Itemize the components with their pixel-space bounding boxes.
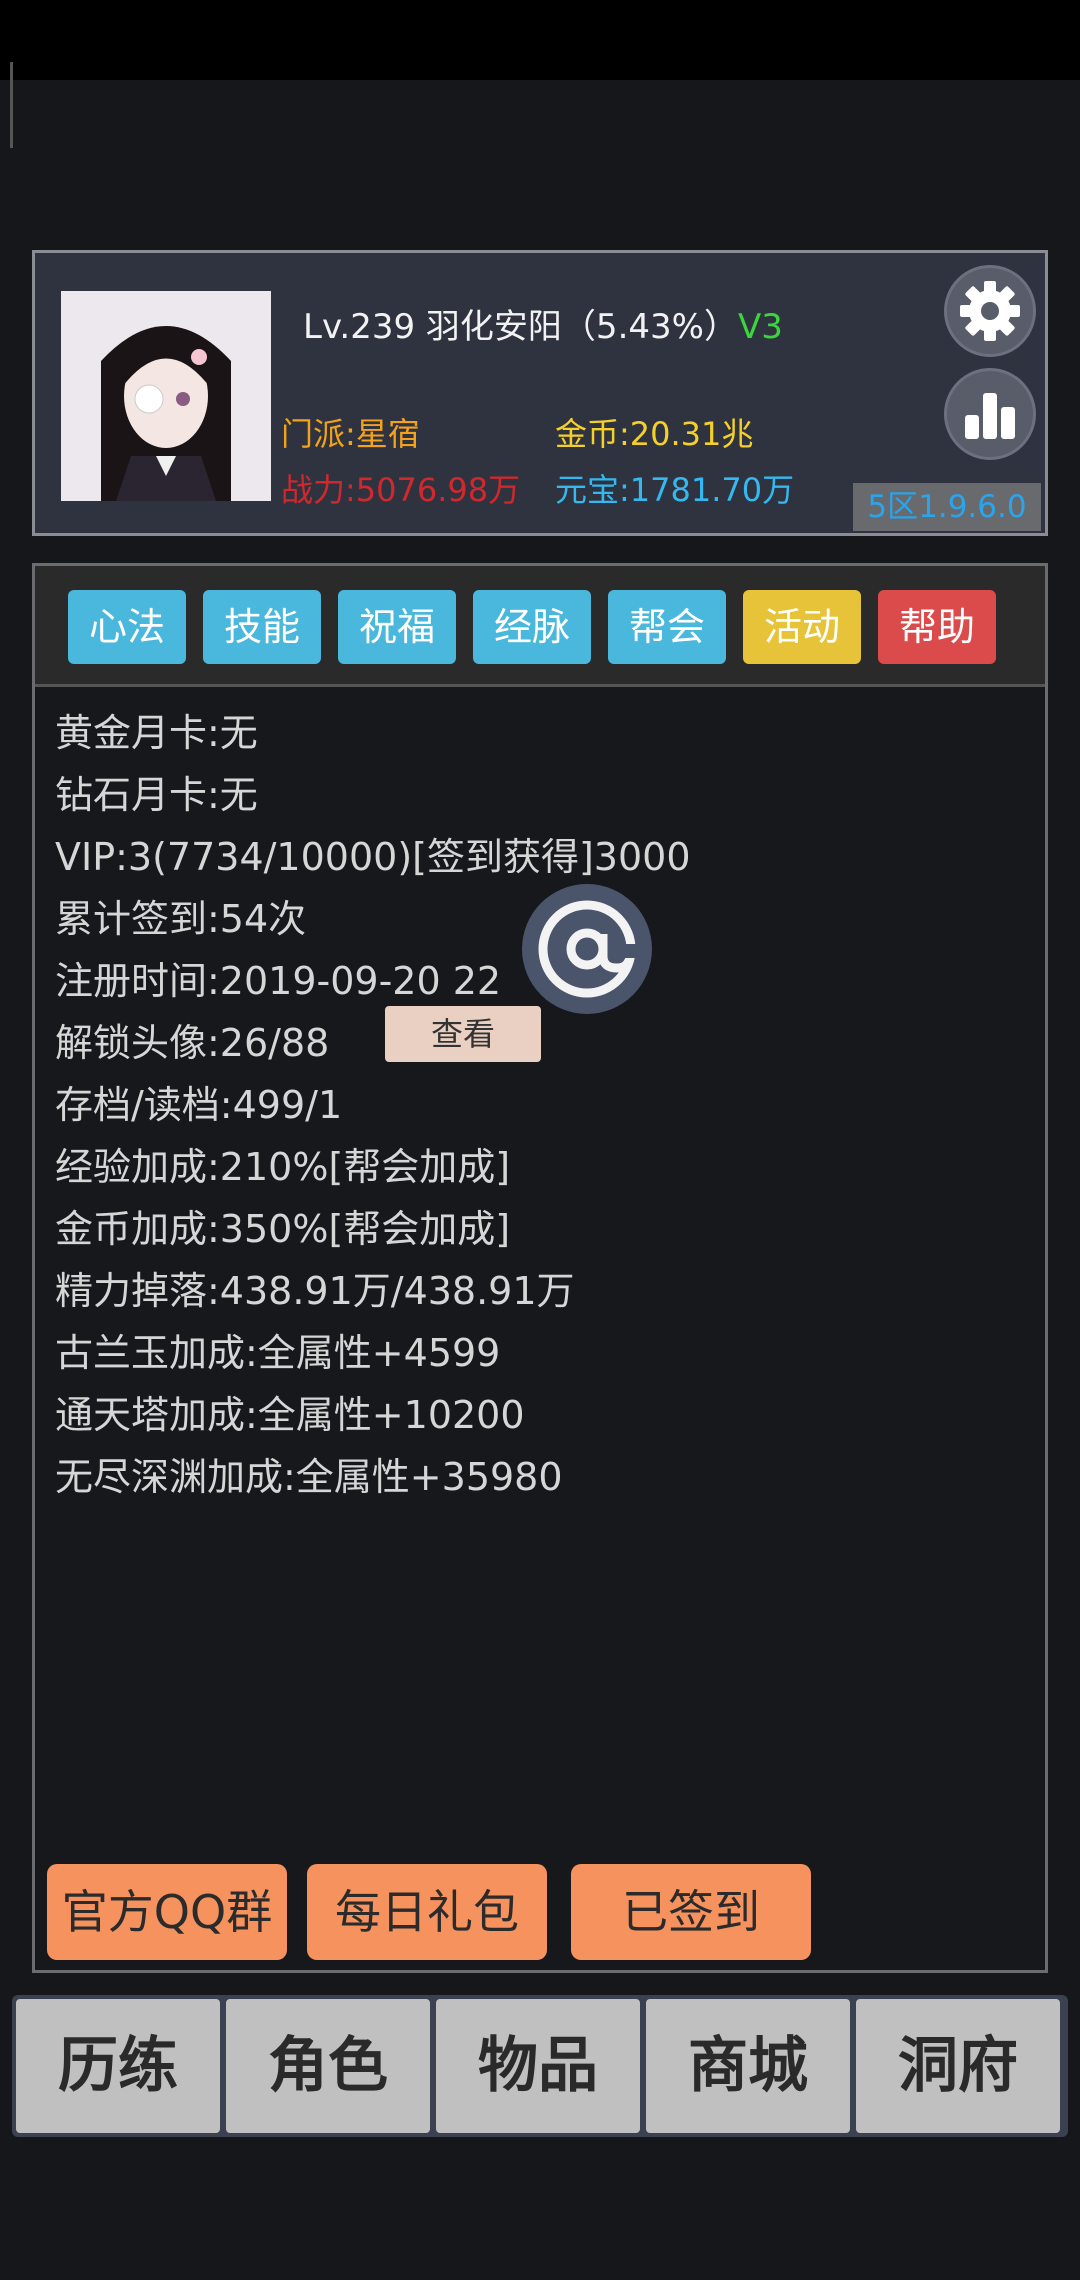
daily-gift-button[interactable]: 每日礼包 — [307, 1864, 547, 1960]
tab-blessing[interactable]: 祝福 — [338, 590, 456, 664]
nav-cave[interactable]: 洞府 — [856, 1999, 1060, 2133]
profile-panel: Lv.239 羽化安阳（5.43%）V3 门派:星宿 战力:5076.98万 金… — [32, 250, 1048, 536]
tab-events[interactable]: 活动 — [743, 590, 861, 664]
nav-character[interactable]: 角色 — [226, 1999, 430, 2133]
nav-training[interactable]: 历练 — [16, 1999, 220, 2133]
stats-button[interactable] — [944, 368, 1036, 460]
save-load-count: 存档/读档:499/1 — [55, 1083, 343, 1127]
avatar-image — [61, 291, 271, 501]
tower-bonus: 通天塔加成:全属性+10200 — [55, 1393, 525, 1437]
bottom-nav: 历练 角色 物品 商城 洞府 — [12, 1995, 1068, 2137]
power-label: 战力:5076.98万 — [281, 471, 521, 509]
avatar[interactable] — [61, 291, 271, 501]
official-qq-group-button[interactable]: 官方QQ群 — [47, 1864, 287, 1960]
checked-in-button[interactable]: 已签到 — [571, 1864, 811, 1960]
exp-bonus: 经验加成:210%[帮会加成] — [55, 1145, 511, 1189]
player-level-name: Lv.239 羽化安阳（5.43%）V3 — [303, 299, 783, 348]
tab-help[interactable]: 帮助 — [878, 590, 996, 664]
server-version: 5区1.9.6.0 — [853, 483, 1041, 531]
register-time: 注册时间:2019-09-20 22 — [55, 959, 502, 1003]
total-checkins: 累计签到:54次 — [55, 897, 307, 941]
diamond-monthly-card: 钻石月卡:无 — [55, 773, 258, 817]
at-icon — [538, 900, 642, 998]
tab-skills[interactable]: 技能 — [203, 590, 321, 664]
bar-chart-icon — [965, 393, 1015, 439]
ingot-label: 元宝:1781.70万 — [555, 471, 795, 509]
tab-meridians[interactable]: 经脉 — [473, 590, 591, 664]
floating-assist-button[interactable] — [522, 884, 652, 1014]
unlocked-avatars: 解锁头像:26/88 — [55, 1021, 330, 1065]
nav-items[interactable]: 物品 — [436, 1999, 640, 2133]
gold-bonus: 金币加成:350%[帮会加成] — [55, 1207, 511, 1251]
abyss-bonus: 无尽深渊加成:全属性+35980 — [55, 1455, 563, 1499]
tab-mind-method[interactable]: 心法 — [68, 590, 186, 664]
tab-bar: 心法 技能 祝福 经脉 帮会 活动 帮助 — [35, 566, 1045, 687]
status-bar — [0, 0, 1080, 80]
sect-label: 门派:星宿 — [281, 415, 420, 453]
gold-label: 金币:20.31兆 — [555, 415, 754, 453]
nav-shop[interactable]: 商城 — [646, 1999, 850, 2133]
settings-button[interactable] — [944, 265, 1036, 357]
level-name-text: Lv.239 羽化安阳（5.43%） — [303, 307, 738, 347]
edge-indicator — [10, 62, 13, 148]
gear-icon — [960, 281, 1020, 341]
main-panel: 心法 技能 祝福 经脉 帮会 活动 帮助 黄金月卡:无 钻石月卡:无 VIP:3… — [32, 563, 1048, 1973]
view-avatars-button[interactable]: 查看 — [385, 1006, 541, 1062]
energy-drop: 精力掉落:438.91万/438.91万 — [55, 1269, 575, 1313]
tab-guild[interactable]: 帮会 — [608, 590, 726, 664]
vip-badge: V3 — [737, 307, 783, 347]
vip-progress: VIP:3(7734/10000)[签到获得]3000 — [55, 835, 691, 879]
gold-monthly-card: 黄金月卡:无 — [55, 711, 258, 755]
gulan-jade-bonus: 古兰玉加成:全属性+4599 — [55, 1331, 501, 1375]
